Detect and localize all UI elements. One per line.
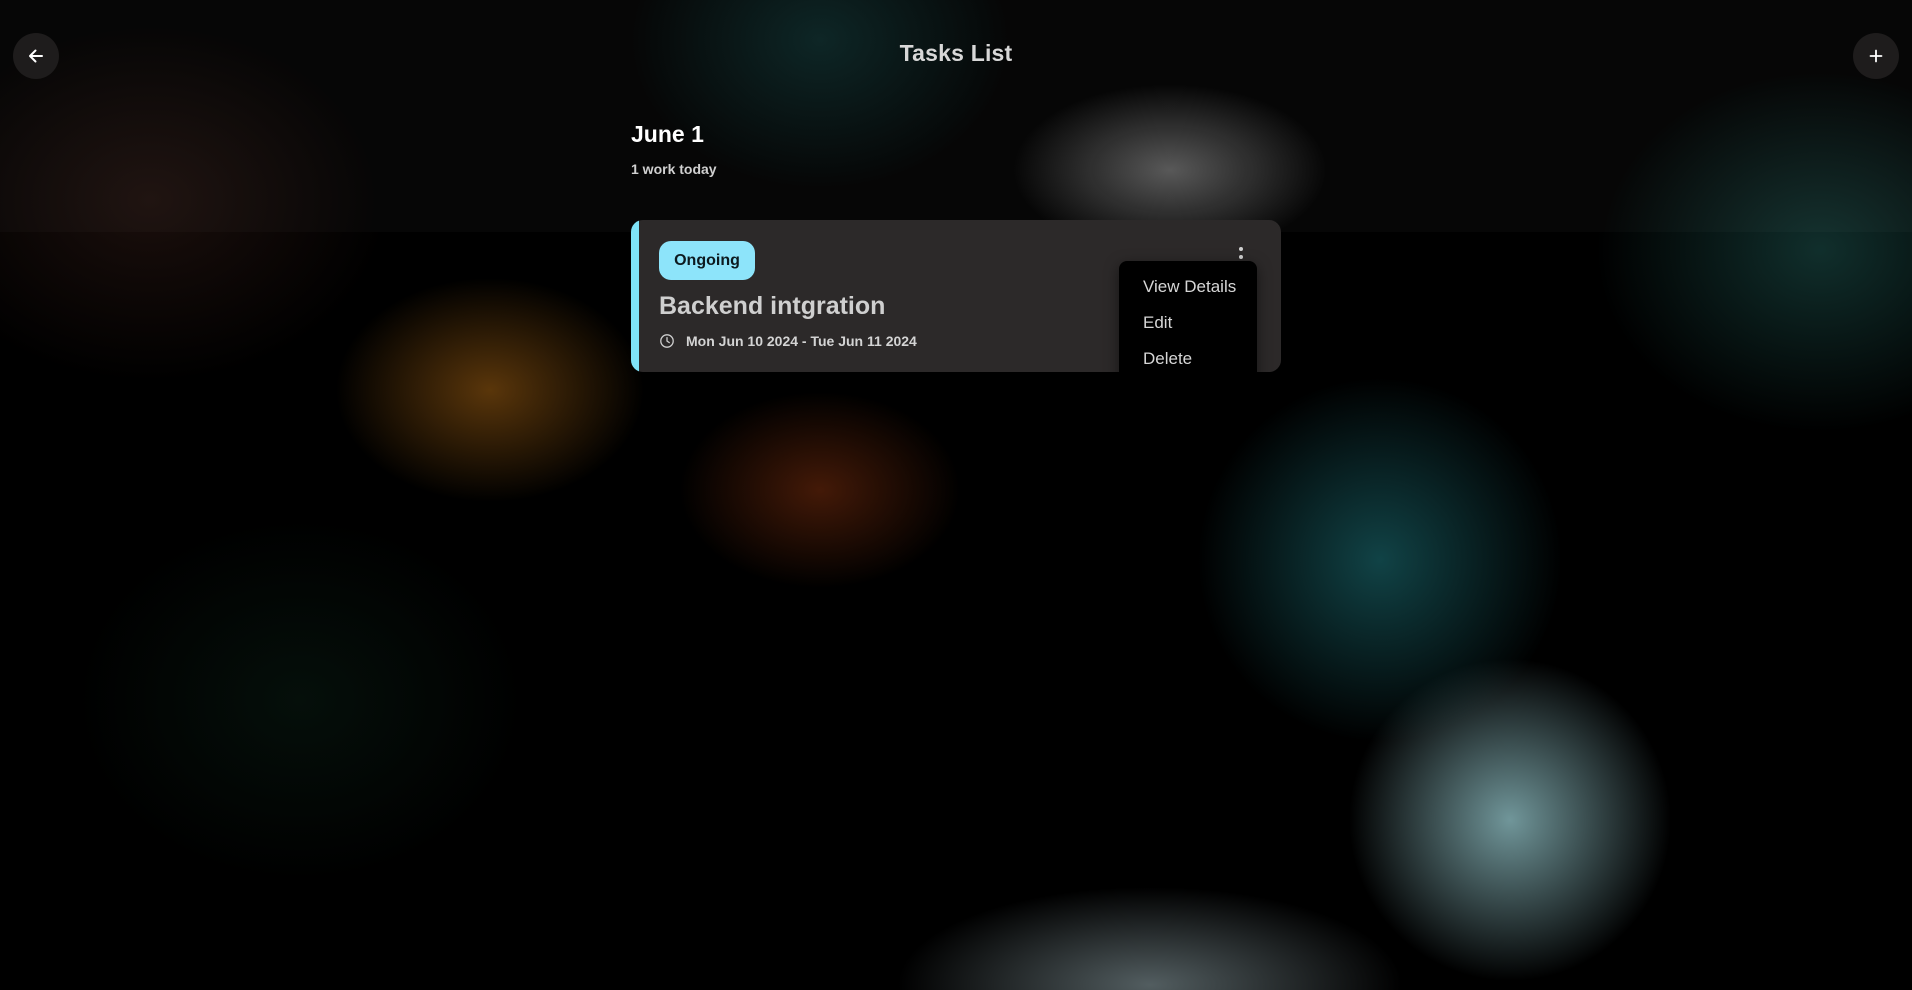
background-band	[0, 0, 1912, 232]
plus-icon	[1869, 49, 1883, 63]
status-badge: Ongoing	[659, 241, 755, 280]
date-heading: June 1	[631, 121, 704, 147]
menu-item-delete[interactable]: Delete	[1119, 341, 1257, 377]
menu-item-view-details[interactable]: View Details	[1119, 269, 1257, 305]
task-context-menu: View Details Edit Delete	[1119, 261, 1257, 389]
task-date-range: Mon Jun 10 2024 - Tue Jun 11 2024	[659, 333, 917, 349]
clock-icon	[659, 333, 675, 349]
task-date-range-text: Mon Jun 10 2024 - Tue Jun 11 2024	[686, 333, 917, 349]
menu-item-edit[interactable]: Edit	[1119, 305, 1257, 341]
work-count-text: 1 work today	[631, 161, 717, 177]
background	[0, 0, 1912, 990]
add-task-button[interactable]	[1853, 33, 1899, 79]
page-title: Tasks List	[899, 40, 1013, 66]
task-accent-bar	[631, 220, 639, 372]
task-title: Backend intgration	[659, 292, 886, 320]
